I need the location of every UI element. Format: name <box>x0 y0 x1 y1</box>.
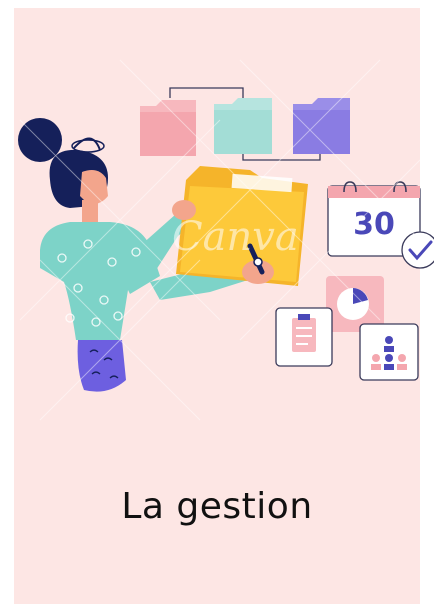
clipboard-icon <box>275 307 333 367</box>
skirt <box>77 340 126 392</box>
teal-folder-icon <box>214 98 272 154</box>
calendar-day: 30 <box>353 207 395 242</box>
card-caption: La gestion <box>121 486 313 527</box>
purple-folder-icon <box>293 98 350 154</box>
team-icon <box>359 323 419 381</box>
canva-watermark: Canva <box>172 214 299 260</box>
